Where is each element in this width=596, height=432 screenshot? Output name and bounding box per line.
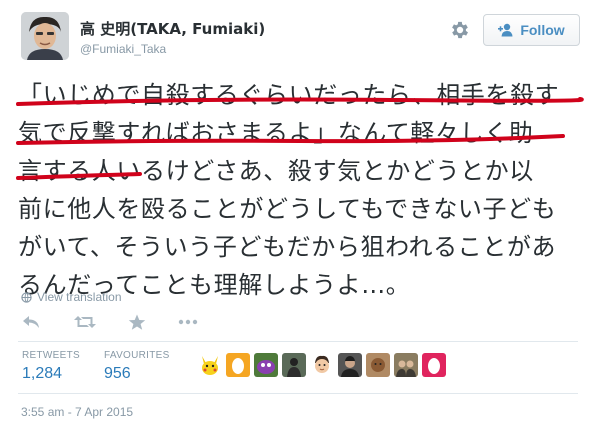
follow-label: Follow — [520, 22, 565, 38]
favourite-star-icon[interactable] — [128, 314, 150, 332]
favourites-stat[interactable]: FAVOURITES 956 — [104, 350, 170, 383]
more-options-icon[interactable] — [178, 314, 200, 332]
add-user-icon — [498, 23, 513, 37]
tweet-text-line: がいて、そういう子どもだから狙われることがあ — [18, 233, 557, 261]
retweet-icon[interactable] — [74, 314, 96, 332]
purple-creature-avatar[interactable] — [254, 353, 278, 377]
view-translation-link[interactable]: View translation — [21, 290, 122, 304]
tweet-timestamp[interactable]: 3:55 am - 7 Apr 2015 — [21, 405, 133, 419]
retweets-stat[interactable]: RETWEETS 1,284 — [22, 350, 80, 383]
favourites-label: FAVOURITES — [104, 350, 170, 361]
tweet-actions — [22, 314, 222, 334]
pikachu-avatar[interactable] — [198, 353, 222, 377]
favourites-count: 956 — [104, 365, 131, 382]
tweet-text: 「いじめで自殺するぐらいだったら、相手を殺す 気で反撃すればおさまるよ」なんて軽… — [18, 76, 578, 304]
tweet-text-line: 気で反撃すればおさまるよ」なんて軽々しく助 — [18, 119, 534, 147]
follow-button[interactable]: Follow — [483, 14, 580, 46]
tweet-text-line: 「いじめで自殺するぐらいだったら、相手を殺す — [18, 81, 560, 109]
group-photo-avatar[interactable] — [394, 353, 418, 377]
doll-avatar[interactable] — [366, 353, 390, 377]
retweets-label: RETWEETS — [22, 350, 80, 361]
egg-avatar[interactable] — [226, 353, 250, 377]
tweet-text-line: 前に他人を殴ることがどうしてもできない子ども — [18, 195, 557, 223]
author-handle[interactable]: @Fumiaki_Taka — [80, 42, 166, 56]
author-display-name[interactable]: 高 史明(TAKA, Fumiaki) — [80, 18, 265, 39]
tweet-text-line: 言する人いるけどさあ、殺す気とかどうとか以 — [18, 157, 534, 185]
person-photo-avatar[interactable] — [338, 353, 362, 377]
divider — [18, 341, 578, 342]
cartoon-face-avatar[interactable] — [310, 353, 334, 377]
retweets-count: 1,284 — [22, 365, 63, 382]
dark-figure-avatar[interactable] — [282, 353, 306, 377]
gear-icon[interactable] — [449, 19, 471, 41]
globe-icon — [21, 291, 32, 303]
divider — [18, 393, 578, 394]
reply-icon[interactable] — [22, 314, 44, 332]
favouriters-list — [198, 353, 446, 379]
view-translation-label: View translation — [37, 290, 122, 304]
egg-avatar[interactable] — [422, 353, 446, 377]
author-avatar[interactable] — [21, 12, 69, 60]
